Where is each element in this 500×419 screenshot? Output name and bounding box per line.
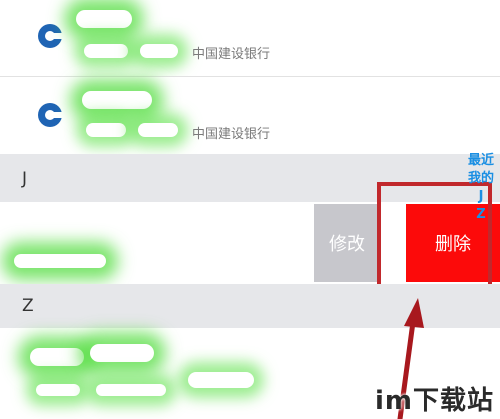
- redacted-account: [188, 372, 254, 388]
- section-letter: J: [22, 169, 28, 189]
- index-item-j[interactable]: J: [462, 188, 500, 206]
- section-header-j: J: [0, 154, 500, 202]
- section-header-z: Z: [0, 284, 500, 328]
- bank-name: 中国建设银行: [192, 127, 271, 142]
- redacted-account: [86, 123, 126, 137]
- contact-row[interactable]: 中国建设银行: [0, 77, 500, 154]
- redacted-name: [82, 91, 152, 109]
- bank-name: 中国建设银行: [192, 47, 271, 62]
- redacted-account: [138, 123, 178, 137]
- redacted-account: [96, 384, 166, 396]
- quick-index-bar[interactable]: 最近 我的 J Z: [462, 152, 500, 224]
- index-item-mine[interactable]: 我的: [462, 170, 500, 188]
- ccb-bank-logo-icon: [38, 103, 62, 127]
- edit-button[interactable]: 修改: [314, 204, 380, 282]
- watermark: im下载站: [374, 386, 494, 416]
- redacted-account: [36, 384, 80, 396]
- section-letter: Z: [22, 296, 34, 316]
- redacted-name: [90, 344, 154, 362]
- redacted-name: [76, 10, 132, 28]
- redacted-name: [30, 348, 84, 366]
- redacted-account: [140, 44, 178, 58]
- ccb-bank-logo-icon: [38, 24, 62, 48]
- index-item-z[interactable]: Z: [462, 206, 500, 224]
- index-item-recent[interactable]: 最近: [462, 152, 500, 170]
- redacted-account: [84, 44, 128, 58]
- contact-row[interactable]: 中国建设银行: [0, 0, 500, 76]
- redacted-name: [14, 254, 106, 268]
